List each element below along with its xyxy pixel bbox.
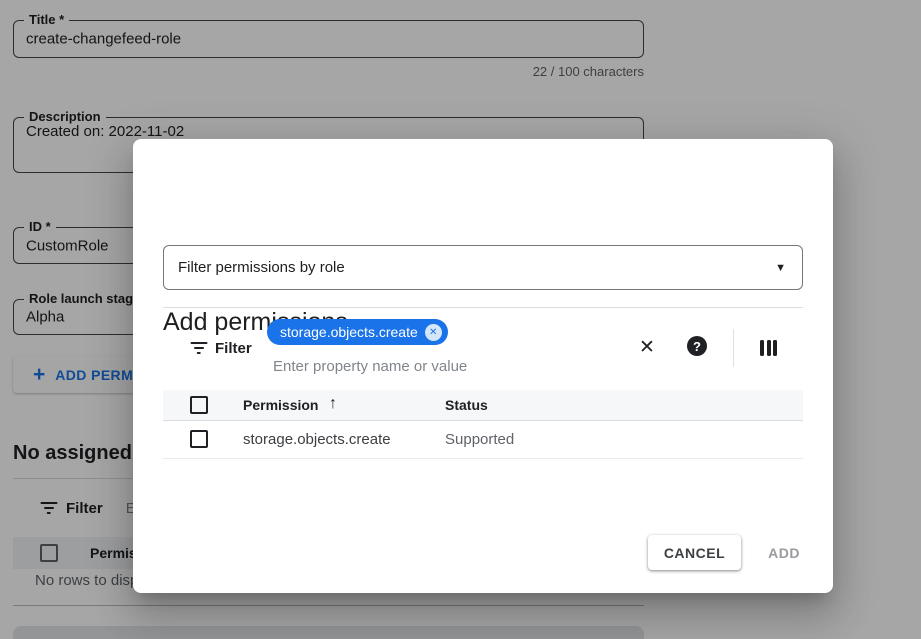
permission-cell: storage.objects.create [243, 431, 391, 448]
role-dropdown-label: Filter permissions by role [178, 259, 775, 276]
row-checkbox[interactable] [190, 430, 208, 448]
add-permissions-dialog: Add permissions Filter permissions by ro… [133, 139, 833, 593]
table-row[interactable]: storage.objects.create Supported [163, 421, 803, 459]
add-button[interactable]: ADD [768, 545, 800, 561]
cancel-button[interactable]: CANCEL [648, 535, 741, 570]
select-all-checkbox[interactable] [190, 396, 208, 414]
column-display-icon[interactable] [760, 340, 777, 356]
status-cell: Supported [445, 431, 514, 448]
filter-label: Filter [215, 340, 252, 357]
status-column-header[interactable]: Status [445, 397, 488, 413]
filter-chip[interactable]: storage.objects.create ✕ [267, 319, 448, 345]
filter-permissions-by-role-dropdown[interactable]: Filter permissions by role ▼ [163, 245, 803, 290]
filter-input[interactable] [273, 355, 603, 377]
dialog-filter-toolbar: Filter storage.objects.create ✕ ✕ ? [163, 307, 803, 390]
sort-ascending-icon[interactable]: ↑ [329, 395, 337, 413]
filter-chip-label: storage.objects.create [280, 324, 418, 340]
toolbar-divider [733, 329, 734, 367]
dialog-table-header: Permission ↑ Status [163, 390, 803, 421]
clear-filters-icon[interactable]: ✕ [635, 335, 659, 359]
dialog-actions: CANCEL ADD [648, 535, 800, 570]
chevron-down-icon: ▼ [775, 262, 786, 274]
help-icon[interactable]: ? [687, 336, 707, 356]
screen: Title * create-changefeed-role 22 / 100 … [0, 0, 921, 639]
chip-remove-icon[interactable]: ✕ [425, 324, 442, 341]
permission-column-header[interactable]: Permission [243, 397, 318, 413]
filter-icon [190, 342, 207, 355]
